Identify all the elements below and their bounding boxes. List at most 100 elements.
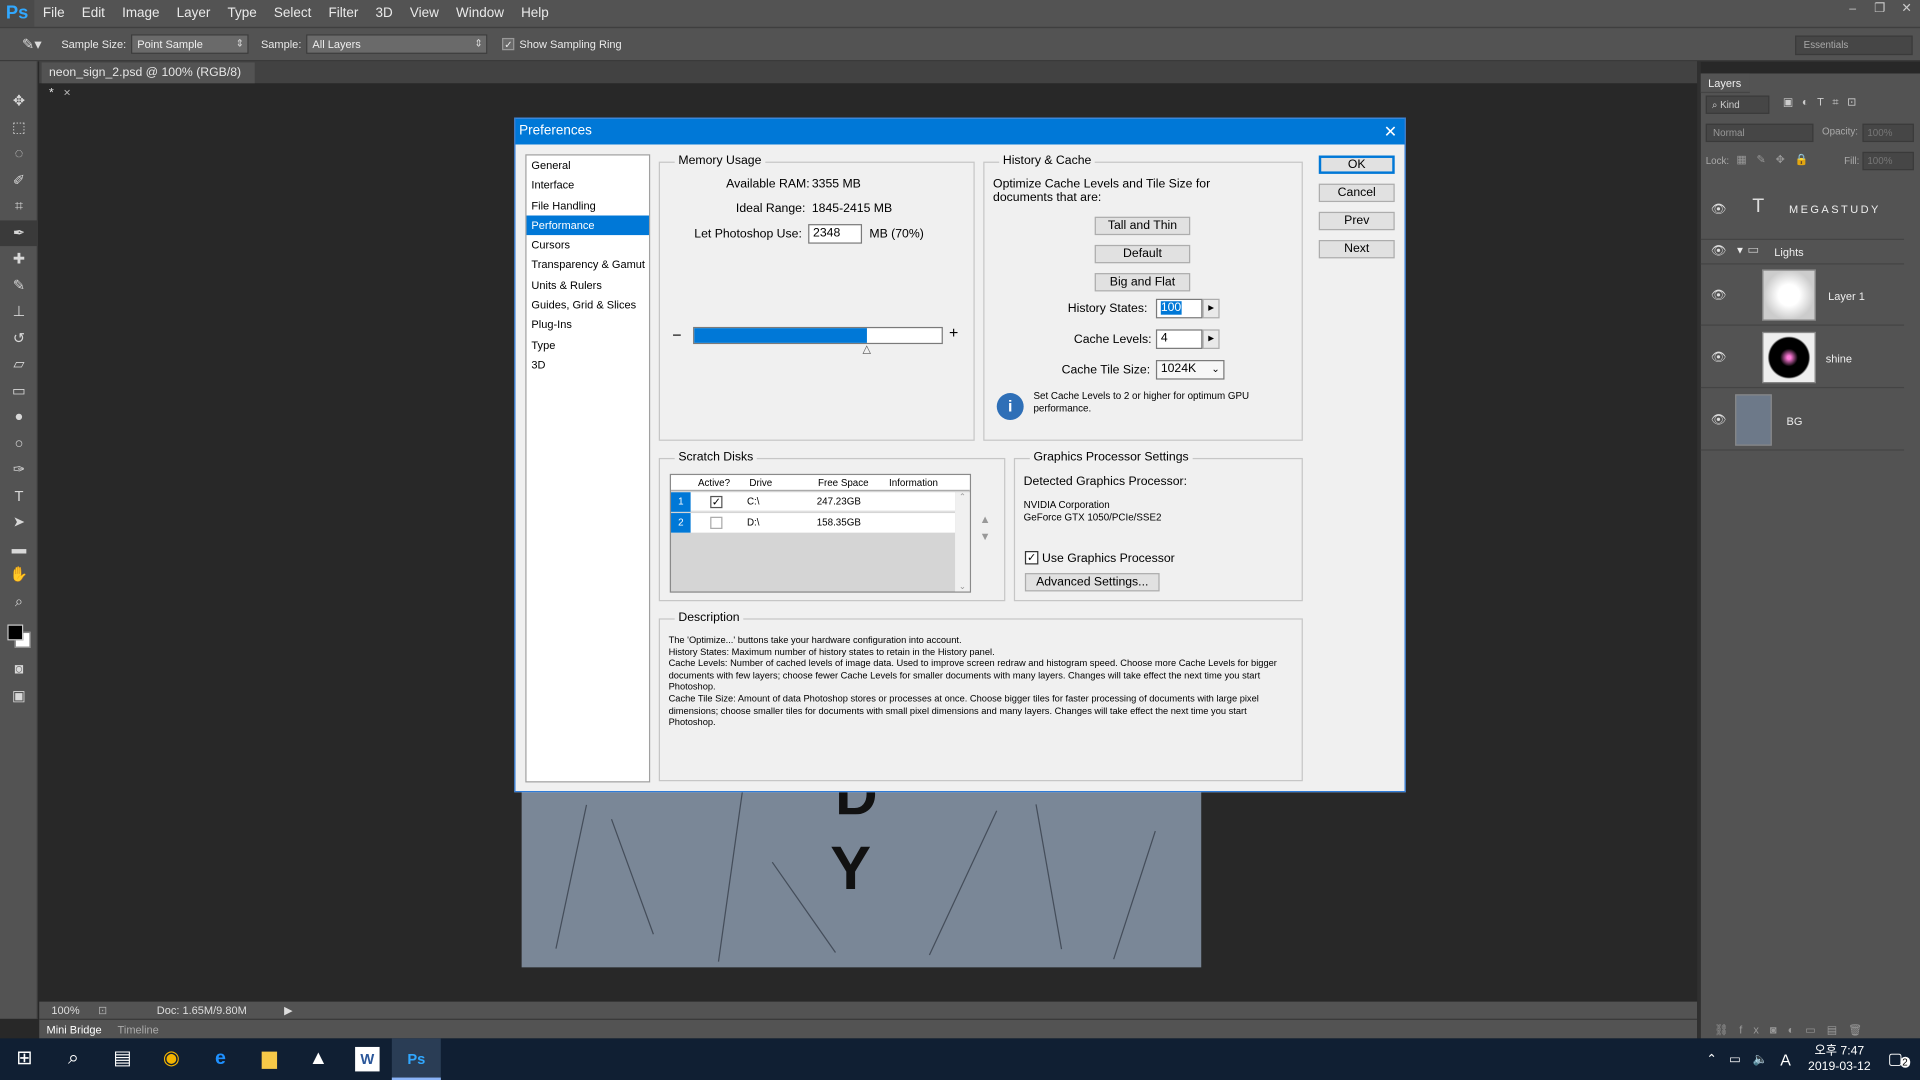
layer-row[interactable]: 👁 BG xyxy=(1700,389,1905,451)
column-information[interactable]: Information xyxy=(889,475,938,491)
default-button[interactable]: Default xyxy=(1094,244,1191,264)
layer-filter-icons[interactable]: ▣◐T⌗⊡ xyxy=(1783,96,1865,109)
menu-file[interactable]: File xyxy=(34,0,73,27)
history-states-arrow-icon[interactable]: ▶ xyxy=(1202,298,1220,319)
task-view-icon[interactable]: ▤ xyxy=(98,1038,147,1080)
category-guides-grid-slices[interactable]: Guides, Grid & Slices xyxy=(527,295,649,315)
cancel-button[interactable]: Cancel xyxy=(1318,183,1395,203)
eye-icon[interactable]: 👁 xyxy=(1711,203,1727,216)
document-tab[interactable]: neon_sign_2.psd @ 100% (RGB/8) * × xyxy=(41,62,255,100)
advanced-settings-button[interactable]: Advanced Settings... xyxy=(1024,573,1160,592)
chevron-up-icon[interactable]: ⌃ xyxy=(1706,1052,1716,1065)
column-drive[interactable]: Drive xyxy=(749,475,772,491)
close-window-icon[interactable]: ✕ xyxy=(1893,0,1920,20)
foreground-color-swatch[interactable] xyxy=(7,624,24,641)
move-up-icon[interactable]: ▲ xyxy=(980,513,991,525)
category-file-handling[interactable]: File Handling xyxy=(527,195,649,215)
eye-icon[interactable]: 👁 xyxy=(1711,351,1727,364)
history-brush-icon[interactable]: ↺ xyxy=(0,325,38,351)
category-interface[interactable]: Interface xyxy=(527,175,649,195)
minimize-icon[interactable]: – xyxy=(1839,0,1866,20)
chevron-down-icon[interactable]: ▼ xyxy=(1735,245,1745,256)
layer-filter-select[interactable]: ⌕ Kind xyxy=(1705,95,1770,114)
menu-type[interactable]: Type xyxy=(219,0,265,27)
file-explorer-icon[interactable]: ▆ xyxy=(245,1038,294,1080)
eyedropper-icon[interactable]: ✎▾ xyxy=(22,36,42,53)
column-active[interactable]: Active? xyxy=(698,475,730,491)
table-row[interactable]: 2 D:\ 158.35GB xyxy=(671,513,956,533)
marquee-tool-icon[interactable]: ⬚ xyxy=(0,114,38,140)
active-checkbox[interactable] xyxy=(710,516,723,529)
eye-icon[interactable]: 👁 xyxy=(1711,289,1727,302)
restore-icon[interactable]: ❐ xyxy=(1866,0,1893,20)
layer-row[interactable]: 👁 ▼ ▭ Lights xyxy=(1700,240,1905,265)
menu-3d[interactable]: 3D xyxy=(367,0,401,27)
zoom-tool-icon[interactable]: ⌕ xyxy=(0,588,38,614)
use-gpu-checkbox[interactable]: ✓ xyxy=(1024,551,1039,565)
eyedropper-tool-icon[interactable]: ✒ xyxy=(0,219,38,247)
sample-size-select[interactable]: Point Sample ⇕ xyxy=(131,34,249,54)
eye-icon[interactable]: 👁 xyxy=(1711,414,1727,427)
table-row[interactable]: 1 ✓ C:\ 247.23GB xyxy=(671,492,956,512)
menu-help[interactable]: Help xyxy=(513,0,558,27)
network-icon[interactable]: ▭ xyxy=(1729,1052,1741,1065)
blend-mode-select[interactable]: Normal xyxy=(1705,123,1814,143)
photoshop-taskbar-icon[interactable]: Ps xyxy=(391,1038,441,1080)
category-units-rulers[interactable]: Units & Rulers xyxy=(527,275,649,295)
gradient-tool-icon[interactable]: ▭ xyxy=(0,378,38,404)
category-type[interactable]: Type xyxy=(527,335,649,355)
crop-tool-icon[interactable]: ⌗ xyxy=(0,193,38,219)
zoom-level[interactable]: 100% xyxy=(51,1002,79,1019)
tab-mini-bridge[interactable]: Mini Bridge xyxy=(47,1020,102,1040)
quick-mask-icon[interactable]: ◙ xyxy=(0,656,38,682)
cache-tile-size-select[interactable]: 1024K ⌄ xyxy=(1155,360,1225,380)
category-3d[interactable]: 3D xyxy=(527,355,649,375)
path-select-icon[interactable]: ➤ xyxy=(0,509,38,535)
prev-button[interactable]: Prev xyxy=(1318,211,1395,231)
category-plug-ins[interactable]: Plug-Ins xyxy=(527,315,649,335)
eraser-tool-icon[interactable]: ▱ xyxy=(0,351,38,377)
menu-image[interactable]: Image xyxy=(114,0,169,27)
menu-edit[interactable]: Edit xyxy=(73,0,113,27)
tab-timeline[interactable]: Timeline xyxy=(118,1020,159,1040)
eye-icon[interactable]: 👁 xyxy=(1711,245,1727,258)
tall-and-thin-button[interactable]: Tall and Thin xyxy=(1094,216,1191,236)
windows-start-icon[interactable]: ⊞ xyxy=(0,1038,49,1080)
menu-layer[interactable]: Layer xyxy=(168,0,219,27)
column-free-space[interactable]: Free Space xyxy=(818,475,869,491)
history-states-input[interactable]: 100 xyxy=(1155,298,1203,319)
status-menu-arrow-icon[interactable]: ▶ xyxy=(284,1002,292,1019)
layer-row[interactable]: 👁 shine xyxy=(1700,327,1905,389)
shape-tool-icon[interactable]: ▬ xyxy=(0,536,38,562)
menu-select[interactable]: Select xyxy=(265,0,320,27)
hand-tool-icon[interactable]: ✋ xyxy=(0,562,38,588)
category-performance[interactable]: Performance xyxy=(526,215,649,236)
healing-tool-icon[interactable]: ✚ xyxy=(0,246,38,272)
photos-icon[interactable]: ▲ xyxy=(294,1038,343,1080)
stamp-tool-icon[interactable]: ⊥ xyxy=(0,299,38,325)
layer-actions[interactable]: ⛓fx◙◐▭▤🗑 xyxy=(1714,1024,1873,1037)
menu-filter[interactable]: Filter xyxy=(320,0,367,27)
search-icon[interactable]: ⌕ xyxy=(49,1038,98,1080)
clock[interactable]: 오후 7:47 2019-03-12 xyxy=(1808,1043,1871,1075)
color-swatches[interactable] xyxy=(0,615,37,657)
decrease-memory-button[interactable]: − xyxy=(672,326,681,344)
fill-field[interactable]: 100% xyxy=(1862,151,1914,171)
dialog-title-bar[interactable]: Preferences ✕ xyxy=(515,118,1405,145)
volume-icon[interactable]: 🔈 xyxy=(1753,1052,1768,1065)
layer-row[interactable]: 👁 Layer 1 xyxy=(1700,264,1905,326)
category-general[interactable]: General xyxy=(527,156,649,176)
memory-slider-track[interactable] xyxy=(693,326,943,345)
layers-tab[interactable]: Layers xyxy=(1700,73,1750,94)
type-tool-icon[interactable]: T xyxy=(0,483,38,509)
quick-select-tool-icon[interactable]: ✐ xyxy=(0,167,38,193)
close-icon[interactable]: ✕ xyxy=(1384,119,1397,145)
scroll-down-icon[interactable]: ⌄ xyxy=(955,582,970,592)
opacity-field[interactable]: 100% xyxy=(1862,123,1914,143)
memory-slider-thumb[interactable]: △ xyxy=(863,343,871,356)
brush-tool-icon[interactable]: ✎ xyxy=(0,272,38,298)
menu-view[interactable]: View xyxy=(401,0,447,27)
export-icon[interactable]: ⊡ xyxy=(98,1002,107,1019)
memory-amount-input[interactable]: 2348 xyxy=(808,224,863,244)
screen-mode-icon[interactable]: ▣ xyxy=(0,683,38,709)
